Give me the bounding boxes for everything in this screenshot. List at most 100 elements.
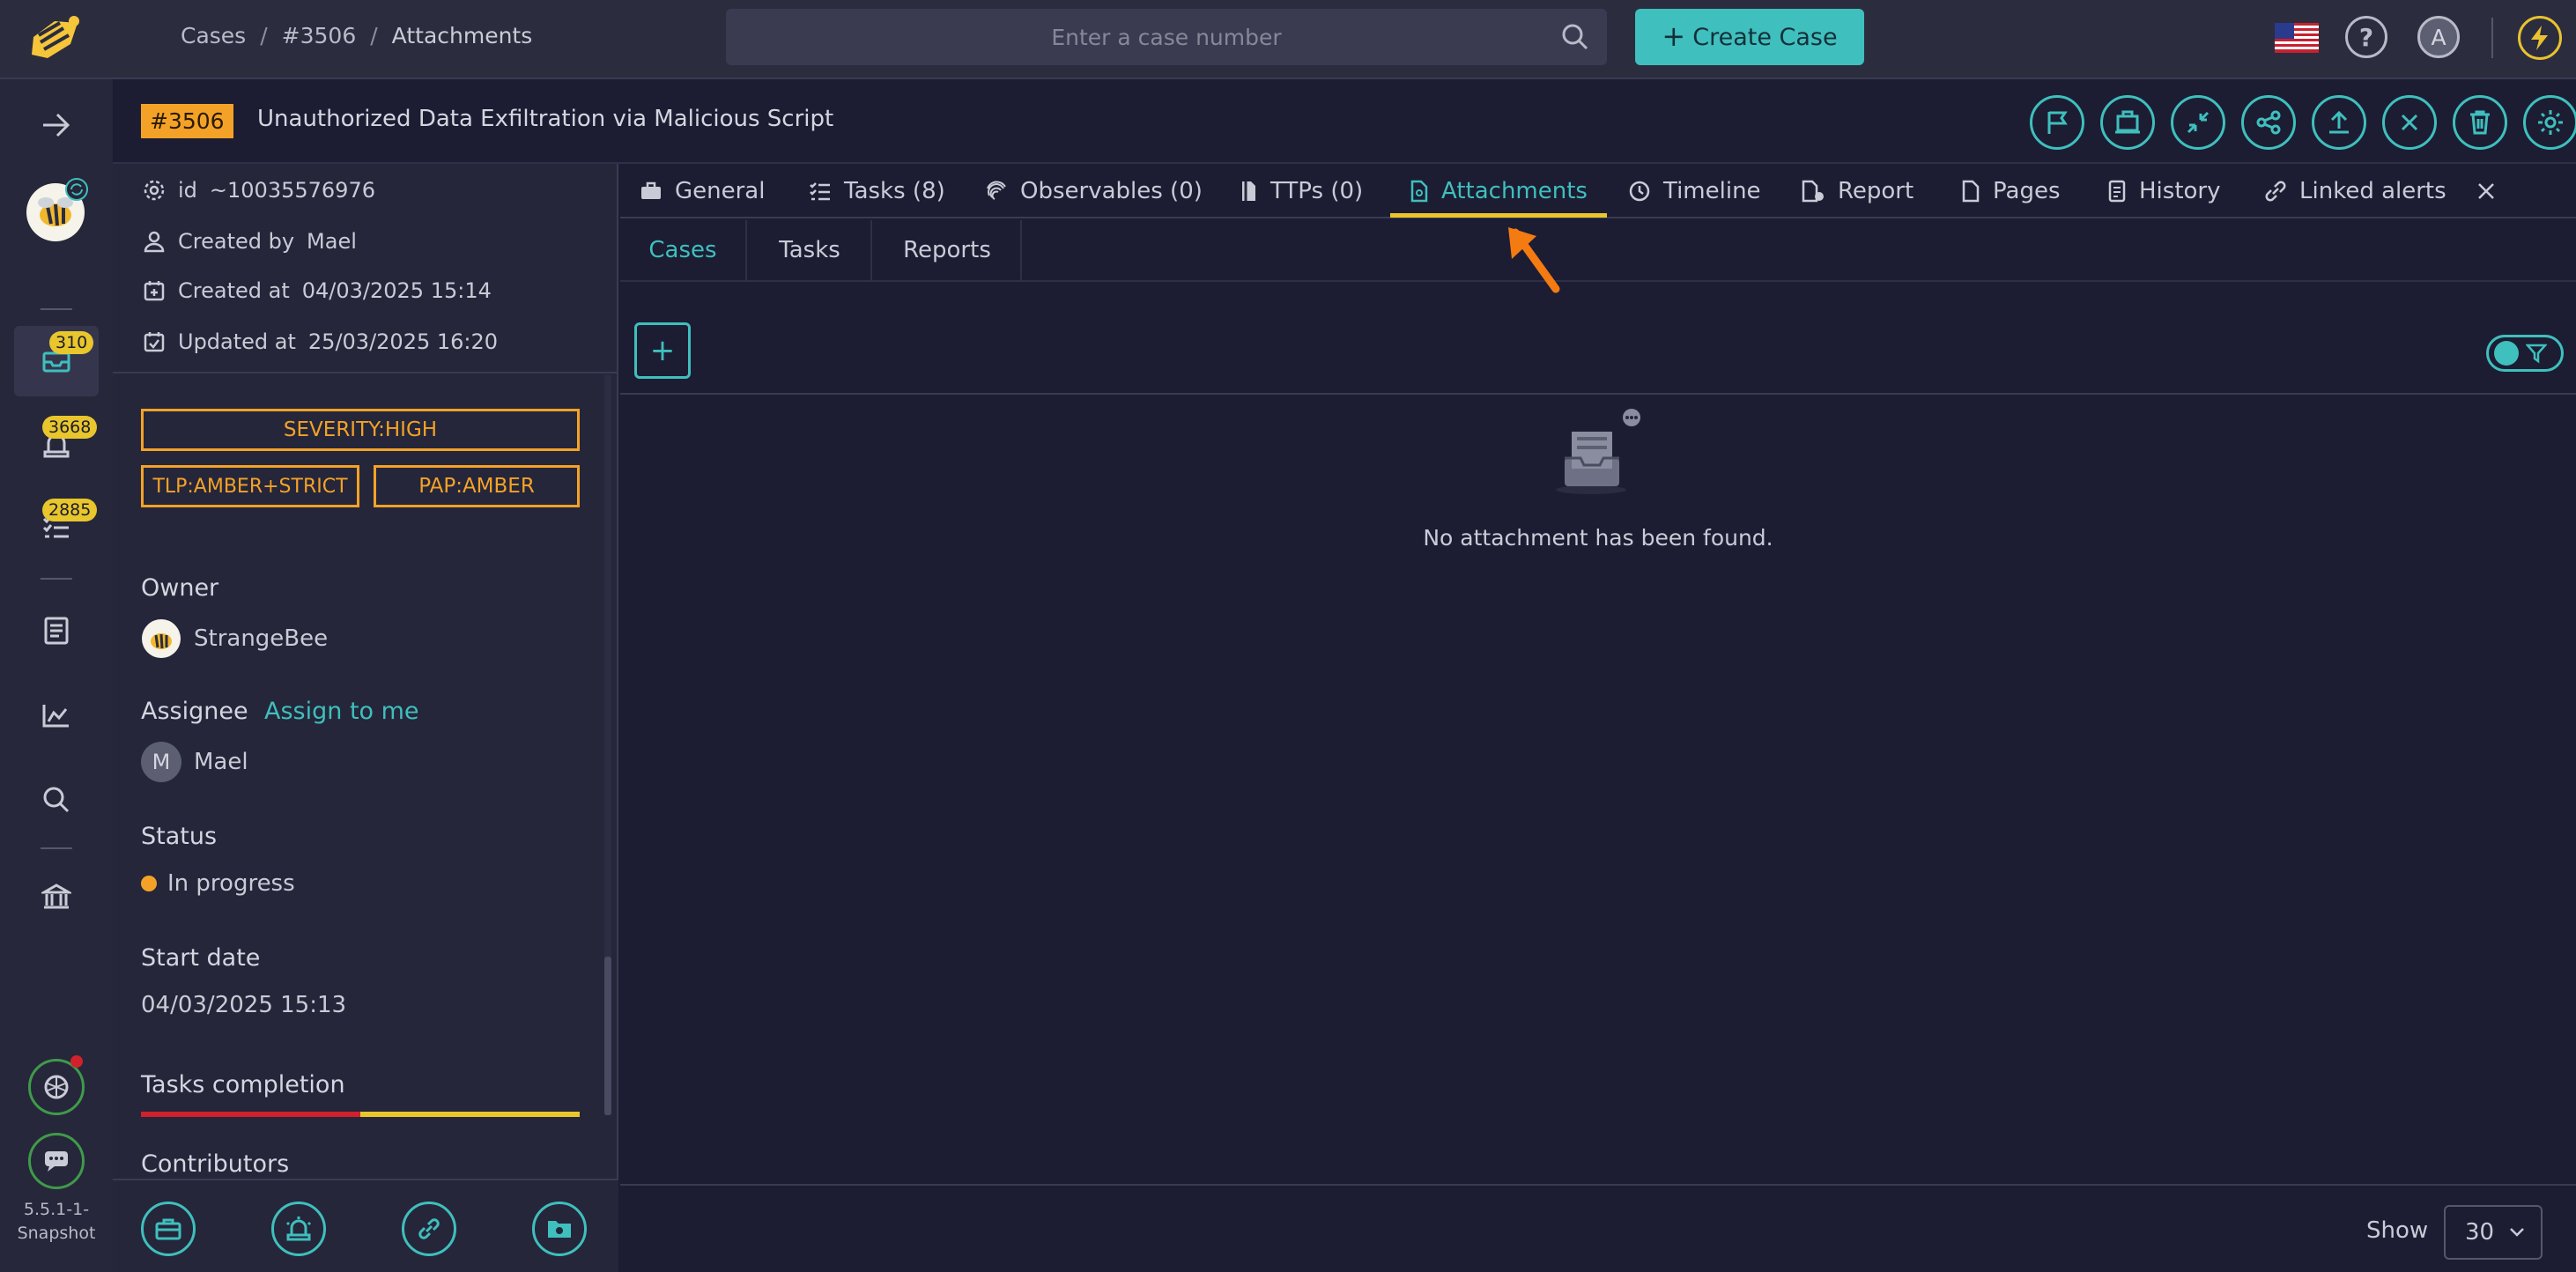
case-id-row: id ~10035576976 — [143, 178, 375, 203]
tab-observables-label: Observables (0) — [1020, 178, 1203, 204]
breadcrumb-case-number[interactable]: #3506 — [282, 23, 357, 48]
subtab-reports[interactable]: Reports — [874, 220, 1022, 280]
tab-pages[interactable]: Pages — [1961, 164, 2061, 218]
tab-history-label: History — [2139, 178, 2221, 204]
switch-organisation-icon[interactable] — [65, 178, 88, 201]
version-line: 5.5.1-1- — [23, 1200, 90, 1219]
export-upload-icon[interactable] — [2312, 95, 2366, 150]
breadcrumb-cases[interactable]: Cases — [181, 23, 246, 48]
left-navigation: 310 3668 2885 5.5.1-1- Snapshot — [0, 79, 113, 1272]
tab-attachments-label: Attachments — [1441, 178, 1588, 204]
assignee-label: Assignee — [141, 698, 248, 725]
filter-toggle[interactable] — [2486, 335, 2564, 372]
assign-to-me-link[interactable]: Assign to me — [264, 698, 419, 725]
page-size-select[interactable]: 30 — [2444, 1205, 2543, 1260]
show-label: Show — [2366, 1217, 2429, 1244]
filter-funnel-icon — [2526, 343, 2547, 364]
create-case-button[interactable]: + Create Case — [1635, 9, 1864, 65]
share-icon[interactable] — [2241, 95, 2296, 150]
case-tabs: General Tasks (8) Observables (0) TTPs (… — [620, 164, 2576, 218]
case-title: Unauthorized Data Exfiltration via Malic… — [257, 106, 834, 132]
user-avatar[interactable]: A — [2417, 16, 2460, 58]
help-icon[interactable]: ? — [2345, 16, 2387, 58]
tasks-completion-bar — [141, 1112, 580, 1117]
pap-tag[interactable]: PAP:AMBER — [374, 465, 580, 507]
created-at-value: 04/03/2025 15:14 — [301, 278, 492, 303]
tab-ttps[interactable]: TTPs (0) — [1239, 164, 1363, 218]
tab-linked-alerts[interactable]: Linked alerts — [2264, 164, 2446, 218]
assignee-value[interactable]: M Mael — [141, 742, 248, 782]
alerts-count-badge: 3668 — [42, 416, 98, 439]
alert-siren-icon[interactable] — [271, 1202, 326, 1256]
breadcrumb-separator: / — [370, 23, 378, 48]
chat-icon[interactable] — [28, 1133, 85, 1189]
dashboard-chart-icon[interactable] — [32, 691, 81, 740]
status-dot — [141, 876, 157, 891]
user-icon — [143, 230, 166, 253]
knowledge-base-icon[interactable] — [32, 606, 81, 655]
top-bar: Cases / #3506 / Attachments + Create Cas… — [0, 0, 2576, 79]
subtab-tasks[interactable]: Tasks — [749, 220, 872, 280]
notification-dot — [70, 1055, 83, 1068]
owner-value[interactable]: StrangeBee — [141, 618, 328, 659]
expand-arrow-icon[interactable] — [32, 100, 81, 150]
severity-tag[interactable]: SEVERITY:HIGH — [141, 409, 580, 451]
ttp-icon — [1239, 180, 1258, 203]
search-icon[interactable] — [1561, 23, 1589, 51]
search-nav-icon[interactable] — [32, 775, 81, 825]
tab-timeline-label: Timeline — [1663, 178, 1761, 204]
tab-observables[interactable]: Observables (0) — [985, 164, 1203, 218]
tlp-tag[interactable]: TLP:AMBER+STRICT — [141, 465, 359, 507]
assignee-name: Mael — [194, 749, 248, 775]
updated-at-value: 25/03/2025 16:20 — [307, 329, 499, 354]
thehive-logo-icon[interactable] — [25, 11, 86, 69]
delete-trash-icon[interactable] — [2453, 95, 2507, 150]
close-case-icon[interactable] — [2382, 95, 2437, 150]
close-tabs-icon[interactable] — [2476, 164, 2497, 218]
id-value: ~10035576976 — [209, 178, 375, 203]
briefcase-icon[interactable] — [141, 1202, 196, 1256]
us-flag-language-icon[interactable] — [2275, 23, 2319, 53]
folder-settings-icon[interactable] — [532, 1202, 587, 1256]
case-details-panel: id ~10035576976 Created by Mael Created … — [113, 164, 618, 1272]
tab-report-label: Report — [1838, 178, 1914, 204]
active-tab-indicator — [1390, 213, 1607, 218]
scrollbar-thumb[interactable] — [604, 957, 611, 1115]
version-line: Snapshot — [17, 1224, 96, 1243]
divider — [620, 1184, 2576, 1186]
breadcrumb-separator: / — [260, 23, 268, 48]
merge-cases-button[interactable] — [2100, 95, 2155, 150]
case-header: #3506 Unauthorized Data Exfiltration via… — [113, 79, 2576, 164]
organisation-building-icon[interactable] — [32, 872, 81, 921]
tab-report[interactable]: Report — [1801, 164, 1913, 218]
link-icon[interactable] — [402, 1202, 456, 1256]
breadcrumb: Cases / #3506 / Attachments — [181, 23, 532, 48]
tab-pages-label: Pages — [1993, 178, 2061, 204]
briefcase-icon — [640, 181, 663, 202]
clock-icon — [1628, 180, 1651, 203]
created-at-row: Created at 04/03/2025 15:14 — [143, 278, 492, 303]
case-number-search-input[interactable] — [726, 9, 1607, 65]
nav-separator — [41, 578, 72, 580]
strangebee-avatar — [141, 618, 181, 659]
add-attachment-button[interactable]: + — [634, 322, 691, 379]
tab-tasks[interactable]: Tasks (8) — [809, 164, 945, 218]
status-value[interactable]: In progress — [141, 870, 295, 897]
tab-general[interactable]: General — [640, 164, 765, 218]
created-at-label: Created at — [178, 278, 290, 303]
tab-ttps-label: TTPs (0) — [1270, 178, 1364, 204]
tab-timeline[interactable]: Timeline — [1628, 164, 1761, 218]
created-by-value: Mael — [307, 229, 357, 254]
subtab-cases[interactable]: Cases — [620, 220, 747, 280]
flag-case-button[interactable] — [2030, 95, 2084, 150]
settings-gear-icon[interactable] — [2523, 95, 2576, 150]
tab-linked-alerts-label: Linked alerts — [2299, 178, 2446, 204]
attachment-subtabs: Cases Tasks Reports — [620, 220, 2576, 282]
tab-tasks-label: Tasks (8) — [844, 178, 945, 204]
status-text: In progress — [167, 870, 295, 897]
tab-history[interactable]: History — [2107, 164, 2221, 218]
collapse-icon[interactable] — [2171, 95, 2225, 150]
lightning-bolt-icon[interactable] — [2518, 16, 2562, 60]
tab-attachments[interactable]: Attachments — [1410, 164, 1588, 218]
owner-name: StrangeBee — [194, 625, 329, 652]
